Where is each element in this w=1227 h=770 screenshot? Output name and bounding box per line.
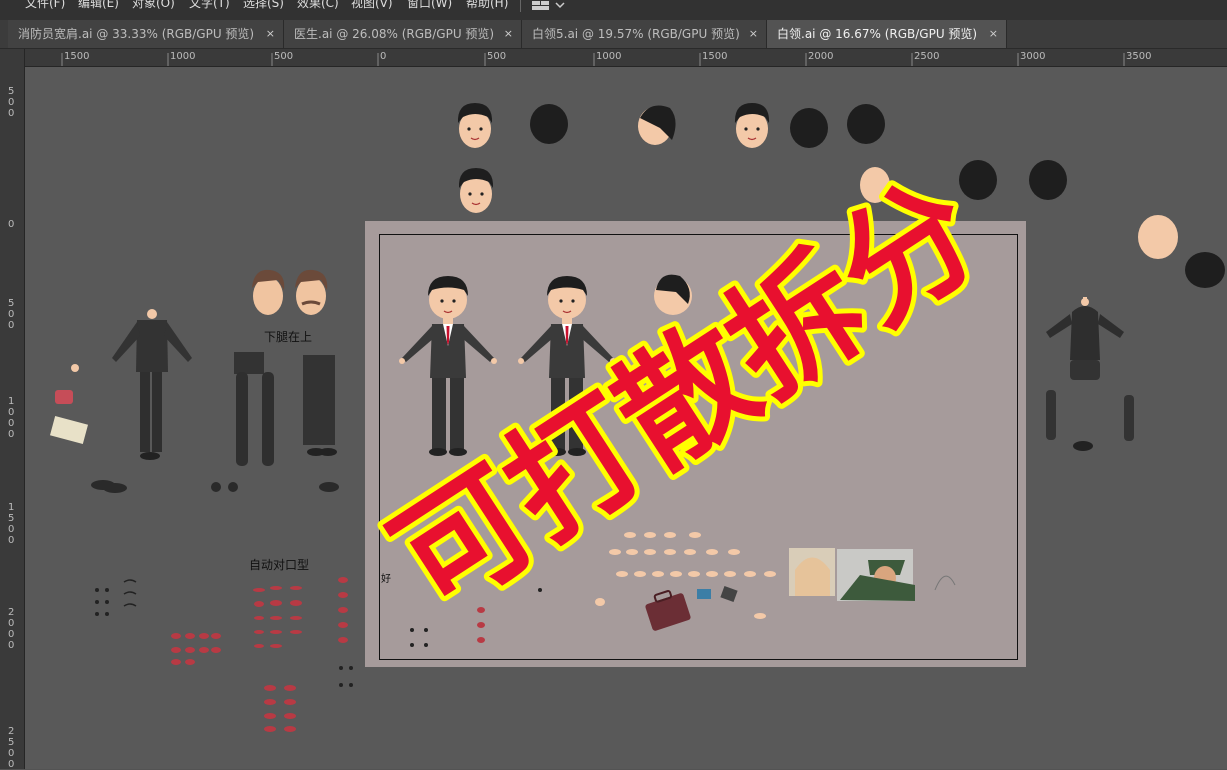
- head-bald-icon: [1138, 215, 1178, 259]
- hand-icon: [71, 364, 79, 372]
- lip-sync-label: 自动对口型: [249, 558, 310, 572]
- shoes-icon: [91, 480, 339, 493]
- head-front-icon: [734, 102, 770, 149]
- head-side-icon: [638, 105, 676, 145]
- hair-piece-icon: [1185, 252, 1225, 288]
- head-back-icon: [530, 104, 568, 144]
- lower-leg-label: 下腿在上: [264, 330, 313, 344]
- head-back-icon: [1029, 160, 1067, 200]
- paper-icon: [49, 415, 89, 445]
- character-back: [1046, 298, 1134, 451]
- body-parts-icon: [112, 309, 192, 460]
- head-front-icon: [295, 269, 328, 315]
- head-back-icon: [790, 108, 828, 148]
- prop-icon: [55, 390, 73, 404]
- trousers-icon: [303, 355, 335, 445]
- overlay-text: 可打散拆分: [368, 175, 1005, 615]
- leg-icon: [236, 372, 248, 466]
- neck-icon: [1083, 297, 1087, 305]
- leg-icon: [262, 372, 274, 466]
- hips-icon: [234, 352, 264, 374]
- head-front-icon: [457, 102, 493, 149]
- overlay-banner: 可打散拆分: [363, 175, 1010, 615]
- head-back-icon: [847, 104, 885, 144]
- head-front-icon: [252, 269, 285, 315]
